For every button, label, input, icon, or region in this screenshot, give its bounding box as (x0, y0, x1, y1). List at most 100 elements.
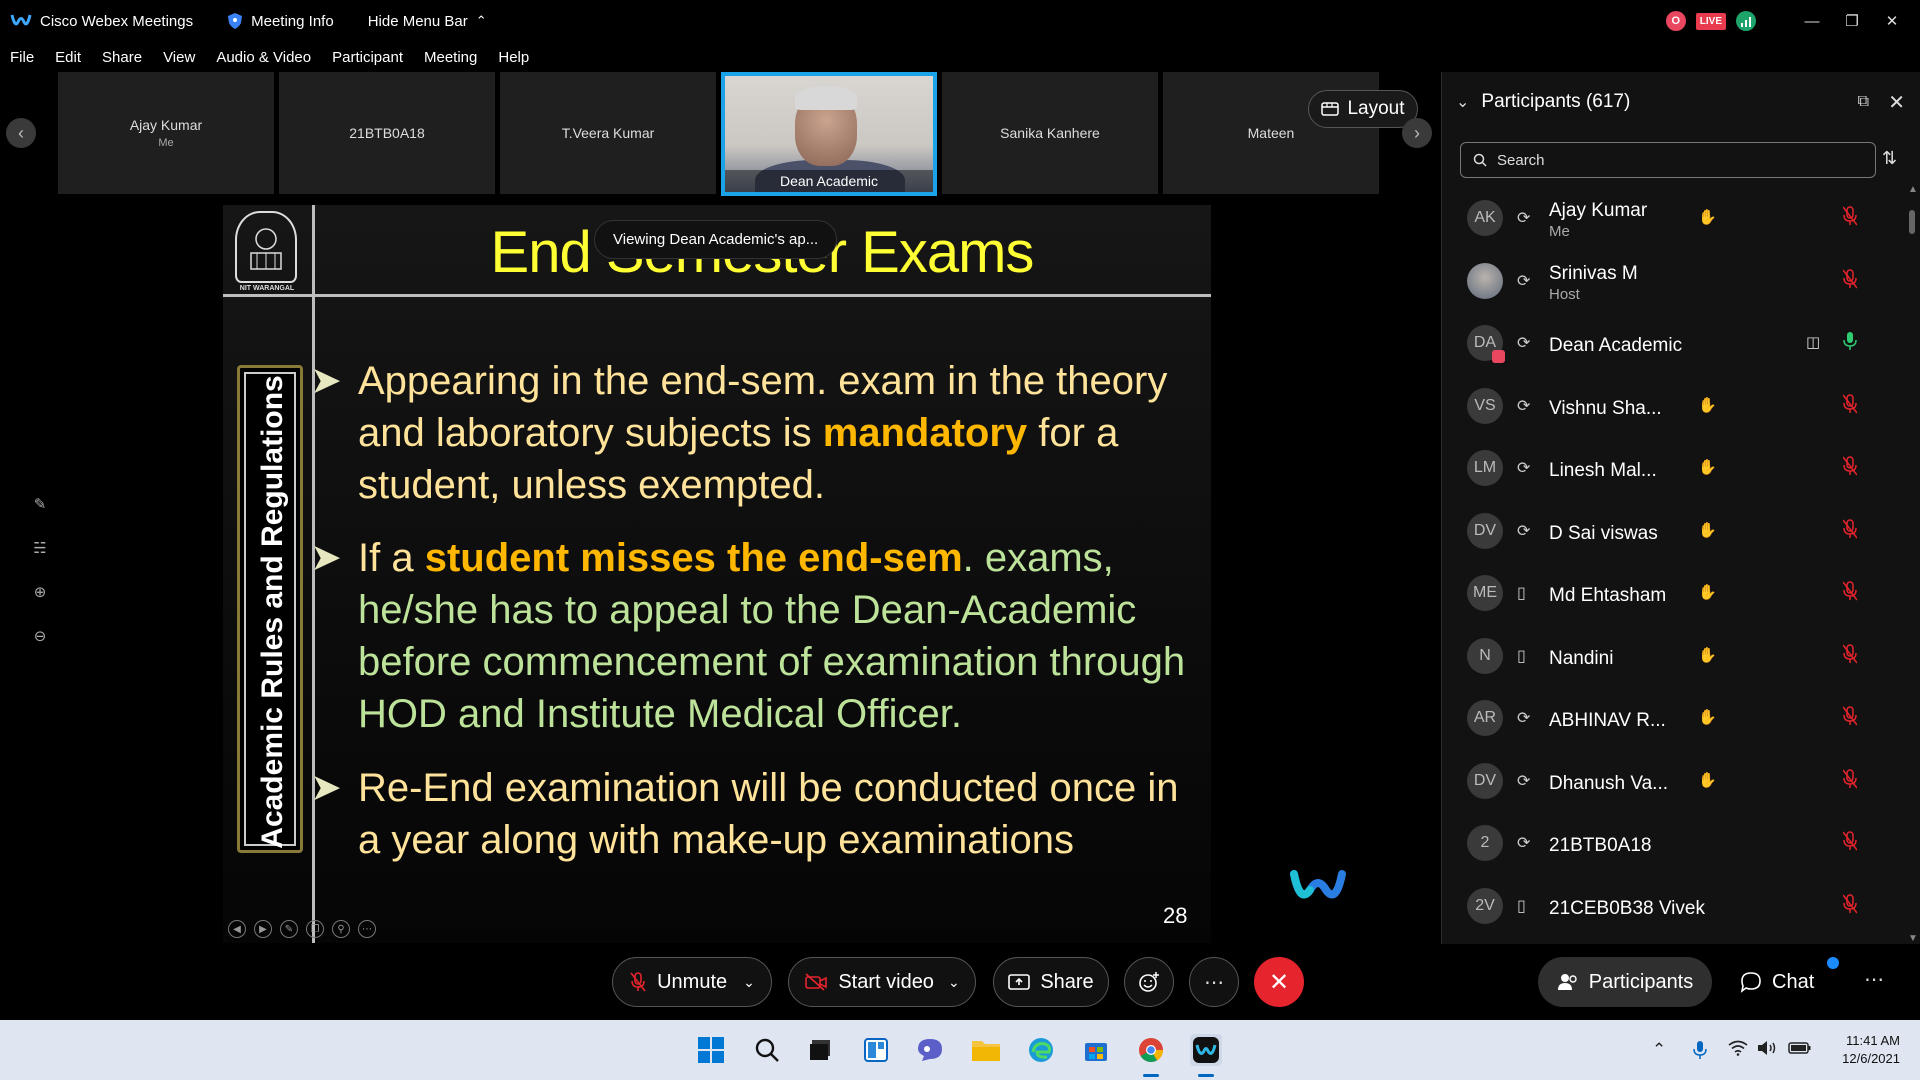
scroll-down-icon[interactable]: ▼ (1908, 933, 1918, 944)
video-tile[interactable]: 21BTB0A18 (279, 72, 495, 194)
start-video-button[interactable]: Start video ⌄ (788, 957, 976, 1007)
meeting-controls: Unmute ⌄ Start video ⌄ Share ⋯ ✕ Partici… (0, 945, 1920, 1020)
filmstrip-prev-button[interactable]: ‹ (6, 118, 36, 148)
participant-row[interactable]: N ▯ Nandini ✋ (1442, 624, 1920, 687)
annotate-icon[interactable]: ✎ (26, 495, 54, 517)
reactions-button[interactable] (1124, 957, 1174, 1007)
active-speaker-tile[interactable]: Dean Academic (721, 72, 937, 196)
webex-taskbar-icon[interactable] (1190, 1034, 1222, 1066)
recording-indicator-icon[interactable]: O (1665, 11, 1686, 31)
close-window-button[interactable]: ✕ (1872, 0, 1912, 42)
microphone-icon[interactable] (1693, 1040, 1707, 1065)
camera-icon[interactable]: ◫ (1806, 333, 1820, 351)
scroll-up-icon[interactable]: ▲ (1908, 184, 1918, 195)
layout-button[interactable]: Layout (1308, 90, 1418, 128)
battery-icon[interactable] (1788, 1040, 1812, 1061)
zoom-out-icon[interactable]: ⊖ (26, 627, 54, 649)
participant-name: 21BTB0A18 (1549, 835, 1652, 856)
zoom-icon[interactable]: ⚲ (332, 920, 350, 938)
sort-icon[interactable]: ⇅ (1882, 148, 1897, 169)
mic-muted-icon[interactable] (1843, 268, 1857, 289)
participant-row[interactable]: DV ⟳ D Sai viswas ✋ (1442, 499, 1920, 562)
show-hidden-icons[interactable]: ⌃ (1652, 1040, 1666, 1060)
participant-search[interactable] (1460, 142, 1876, 178)
participant-row[interactable]: 2V ▯ 21CEB0B38 Vivek (1442, 874, 1920, 937)
participant-row[interactable]: AK ⟳ Ajay Kumar Me ✋ (1442, 186, 1920, 249)
mic-muted-icon[interactable] (1843, 893, 1857, 914)
participant-row[interactable]: VS ⟳ Vishnu Sha... ✋ (1442, 374, 1920, 437)
mic-muted-icon[interactable] (1843, 518, 1857, 539)
filmstrip-next-button[interactable]: › (1402, 118, 1432, 148)
share-button[interactable]: Share (993, 957, 1109, 1007)
mic-active-icon[interactable] (1843, 331, 1857, 351)
prev-slide-icon[interactable]: ◀ (228, 920, 246, 938)
mic-muted-icon[interactable] (1843, 456, 1857, 476)
chrome-icon[interactable] (1135, 1034, 1167, 1066)
mic-muted-icon[interactable] (1843, 643, 1857, 664)
clock-date: 12/6/2021 (1842, 1051, 1900, 1066)
minimize-button[interactable]: — (1792, 0, 1832, 42)
volume-icon[interactable] (1757, 1040, 1777, 1061)
participant-row[interactable]: DV ⟳ Dhanush Va... ✋ (1442, 749, 1920, 812)
mic-muted-icon[interactable] (1843, 706, 1857, 726)
collapse-chevron-icon[interactable]: ⌄ (1456, 92, 1469, 112)
edge-browser-icon[interactable] (1025, 1034, 1057, 1066)
remote-control-icon[interactable]: ☵ (26, 539, 54, 561)
menu-participant[interactable]: Participant (332, 49, 403, 66)
video-tile[interactable]: Sanika Kanhere (942, 72, 1158, 194)
mic-muted-icon[interactable] (1843, 768, 1857, 789)
menu-file[interactable]: File (10, 49, 34, 66)
more-slide-options-icon[interactable]: ⋯ (358, 920, 376, 938)
participant-row[interactable]: DA ⟳ Dean Academic ◫ (1442, 311, 1920, 374)
wifi-icon[interactable] (1728, 1040, 1748, 1061)
panel-scrollbar[interactable]: ▲ ▼ (1908, 184, 1918, 944)
windows-start-icon[interactable] (695, 1034, 727, 1066)
hide-menu-bar-button[interactable]: Hide Menu Bar ⌃ (368, 13, 487, 30)
chevron-down-icon[interactable]: ⌄ (948, 974, 960, 991)
network-stats-icon[interactable] (1736, 11, 1756, 31)
mic-muted-icon[interactable] (1843, 206, 1857, 226)
participant-row[interactable]: ⟳ Srinivas M Host (1442, 249, 1920, 312)
participant-row[interactable]: 2 ⟳ 21BTB0A18 (1442, 811, 1920, 874)
video-tile[interactable]: Ajay Kumar Me (58, 72, 274, 194)
restore-button[interactable]: ❐ (1832, 0, 1872, 42)
system-clock[interactable]: 11:41 AM 12/6/2021 (1830, 1032, 1900, 1068)
unmute-button[interactable]: Unmute ⌄ (612, 957, 772, 1007)
video-tile[interactable]: T.Veera Kumar (500, 72, 716, 194)
menu-audio-video[interactable]: Audio & Video (216, 49, 311, 66)
next-slide-icon[interactable]: ▶ (254, 920, 272, 938)
search-icon (1473, 153, 1487, 167)
widgets-icon[interactable] (860, 1034, 892, 1066)
search-input[interactable] (1497, 151, 1857, 169)
mic-muted-icon[interactable] (1843, 393, 1857, 414)
mic-muted-icon[interactable] (1843, 581, 1857, 601)
participant-row[interactable]: LM ⟳ Linesh Mal... ✋ (1442, 436, 1920, 499)
menu-view[interactable]: View (163, 49, 195, 66)
participant-row[interactable]: ME ▯ Md Ehtasham ✋ (1442, 561, 1920, 624)
popout-icon[interactable]: ⧉ (1858, 93, 1869, 111)
participants-button[interactable]: Participants (1538, 957, 1712, 1007)
close-panel-icon[interactable]: ✕ (1888, 90, 1905, 115)
mic-muted-icon[interactable] (1843, 831, 1857, 851)
file-explorer-icon[interactable] (970, 1034, 1002, 1066)
more-options-button[interactable]: ⋯ (1189, 957, 1239, 1007)
pen-icon[interactable]: ✎ (280, 920, 298, 938)
menu-meeting[interactable]: Meeting (424, 49, 477, 66)
more-panel-options-icon[interactable]: ⋯ (1864, 967, 1884, 992)
chevron-down-icon[interactable]: ⌄ (743, 974, 755, 991)
meeting-info-button[interactable]: Meeting Info (227, 12, 334, 30)
teams-chat-icon[interactable] (914, 1034, 946, 1066)
menu-share[interactable]: Share (102, 49, 142, 66)
scroll-thumb[interactable] (1909, 210, 1915, 234)
leave-meeting-button[interactable]: ✕ (1254, 957, 1304, 1007)
store-icon[interactable] (1080, 1034, 1112, 1066)
menu-help[interactable]: Help (498, 49, 529, 66)
zoom-in-icon[interactable]: ⊕ (26, 583, 54, 605)
chat-button[interactable]: Chat (1740, 957, 1814, 1007)
live-badge[interactable]: LIVE (1695, 12, 1726, 30)
menu-edit[interactable]: Edit (55, 49, 81, 66)
search-icon[interactable] (751, 1034, 783, 1066)
task-view-icon[interactable] (805, 1034, 837, 1066)
participant-row[interactable]: AR ⟳ ABHINAV R... ✋ (1442, 686, 1920, 749)
copy-icon[interactable]: ❐ (306, 920, 324, 938)
